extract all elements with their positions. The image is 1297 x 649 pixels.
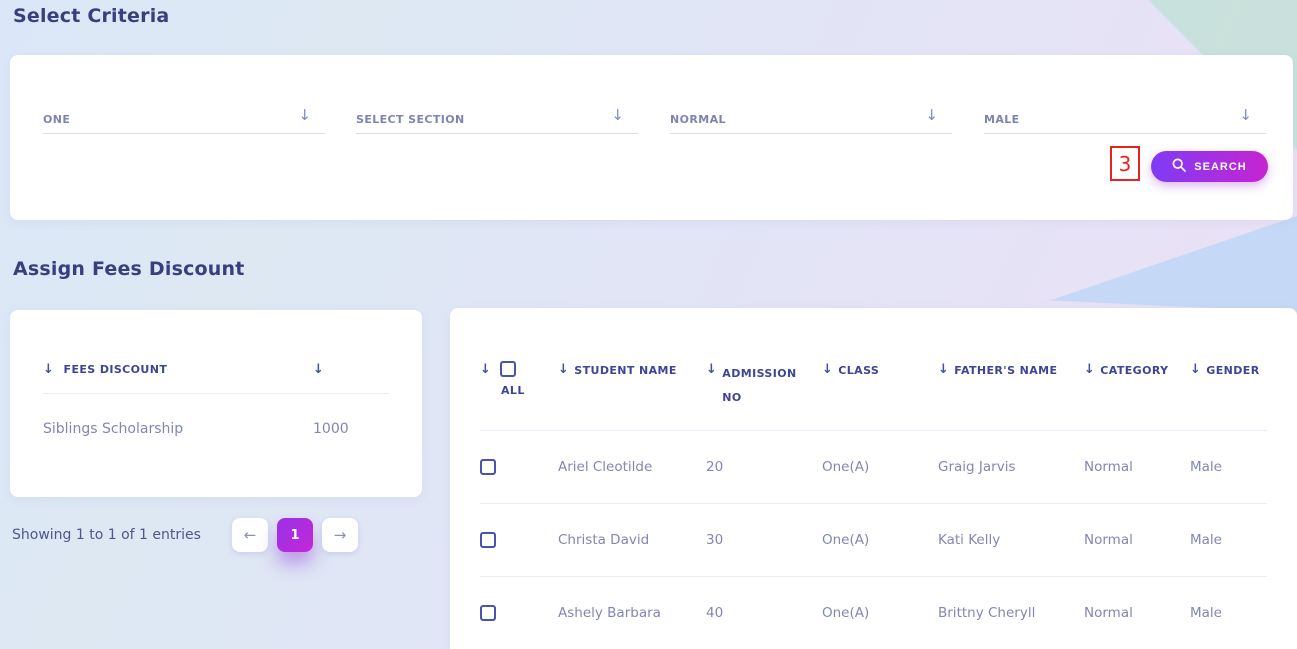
column-header-fathers-name[interactable]: ↓ FATHER'S NAME [938,308,1084,430]
cell-father-name: Kati Kelly [938,503,1084,576]
students-table-header-row: ↓ ALL ↓ STUDENT NAME ↓ ADMISSION NO ↓ CLASS [480,308,1267,430]
column-header-label: STUDENT NAME [574,362,677,379]
arrow-left-icon: ← [244,526,257,544]
sort-icon[interactable]: ↓ [43,362,54,377]
sort-icon[interactable]: ↓ [480,362,491,377]
select-criteria-title: Select Criteria [13,5,169,27]
all-label: ALL [501,384,558,397]
column-header-student-name[interactable]: ↓ STUDENT NAME [558,308,706,430]
cell-gender: Male [1190,503,1267,576]
pagination: Showing 1 to 1 of 1 entries ← 1 → [12,517,358,553]
fees-discount-column-header: FEES DISCOUNT [64,363,168,376]
column-header-admission-no[interactable]: ↓ ADMISSION NO [706,308,822,430]
next-page-button[interactable]: → [322,518,358,552]
cell-category: Normal [1084,503,1190,576]
chevron-down-icon: ↓ [925,106,938,124]
students-table: ↓ ALL ↓ STUDENT NAME ↓ ADMISSION NO ↓ CLASS [480,308,1267,649]
column-header-label: ADMISSION NO [722,362,794,410]
cell-admission-no: 40 [706,576,822,649]
cell-father-name: Graig Jarvis [938,430,1084,503]
sort-icon: ↓ [822,362,833,377]
chevron-down-icon: ↓ [611,106,624,124]
fees-discount-card: ↓ FEES DISCOUNT ↓ Siblings Scholarship 1… [10,310,422,497]
cell-class: One(A) [822,503,938,576]
cell-gender: Male [1190,430,1267,503]
column-header-label: CLASS [838,362,879,379]
assign-fees-title: Assign Fees Discount [13,258,245,280]
section-dropdown[interactable]: SELECT SECTION ↓ [356,108,638,134]
sort-icon[interactable]: ↓ [313,362,324,377]
select-all-checkbox[interactable] [500,361,516,377]
student-row: Ashely Barbara 40 One(A) Brittny Cheryll… [480,576,1267,649]
cell-admission-no: 20 [706,430,822,503]
cell-student-name: Ashely Barbara [558,576,706,649]
cell-class: One(A) [822,576,938,649]
class-dropdown[interactable]: ONE ↓ [43,108,325,134]
cell-category: Normal [1084,576,1190,649]
sort-icon: ↓ [1084,362,1095,377]
arrow-right-icon: → [334,526,347,544]
discount-row[interactable]: Siblings Scholarship 1000 [43,394,389,437]
search-button-label: SEARCH [1194,161,1246,173]
student-row: Ariel Cleotilde 20 One(A) Graig Jarvis N… [480,430,1267,503]
cell-admission-no: 30 [706,503,822,576]
discount-amount: 1000 [313,421,389,437]
page: Select Criteria ONE ↓ SELECT SECTION ↓ N… [0,0,1297,649]
chevron-down-icon: ↓ [298,106,311,124]
column-header-label: FATHER'S NAME [954,362,1057,379]
page-1-button[interactable]: 1 [277,518,313,552]
column-header-label: CATEGORY [1100,362,1168,379]
gender-dropdown[interactable]: MALE ↓ [984,108,1266,134]
cell-category: Normal [1084,430,1190,503]
annotation-number: 3 [1119,152,1132,176]
students-table-card: ↓ ALL ↓ STUDENT NAME ↓ ADMISSION NO ↓ CLASS [450,308,1297,649]
row-checkbox[interactable] [480,459,496,475]
cell-gender: Male [1190,576,1267,649]
column-header-all: ↓ ALL [480,308,558,430]
sort-icon: ↓ [1190,362,1201,377]
annotation-marker: 3 [1110,146,1140,181]
sort-icon: ↓ [938,362,949,377]
category-dropdown-value: NORMAL [670,113,726,126]
column-header-label: GENDER [1206,362,1259,379]
sort-icon: ↓ [706,362,717,377]
page-controls: ← 1 → [232,518,358,552]
previous-page-button[interactable]: ← [232,518,268,552]
cell-student-name: Christa David [558,503,706,576]
column-header-gender[interactable]: ↓ GENDER [1190,308,1267,430]
cell-student-name: Ariel Cleotilde [558,430,706,503]
column-header-category[interactable]: ↓ CATEGORY [1084,308,1190,430]
entries-summary: Showing 1 to 1 of 1 entries [12,527,201,543]
chevron-down-icon: ↓ [1239,106,1252,124]
class-dropdown-value: ONE [43,113,70,126]
gender-dropdown-value: MALE [984,113,1020,126]
sort-icon: ↓ [558,362,569,377]
select-criteria-card: ONE ↓ SELECT SECTION ↓ NORMAL ↓ MALE ↓ S… [10,55,1293,220]
cell-father-name: Brittny Cheryll [938,576,1084,649]
column-header-class[interactable]: ↓ CLASS [822,308,938,430]
search-icon [1172,158,1186,175]
decor-triangle-blue [1050,216,1297,312]
row-checkbox[interactable] [480,605,496,621]
discount-name: Siblings Scholarship [43,421,313,437]
section-dropdown-value: SELECT SECTION [356,113,465,126]
row-checkbox[interactable] [480,532,496,548]
discount-table-header: ↓ FEES DISCOUNT ↓ [43,310,389,394]
cell-class: One(A) [822,430,938,503]
student-row: Christa David 30 One(A) Kati Kelly Norma… [480,503,1267,576]
category-dropdown[interactable]: NORMAL ↓ [670,108,952,134]
search-button[interactable]: SEARCH [1151,151,1268,182]
